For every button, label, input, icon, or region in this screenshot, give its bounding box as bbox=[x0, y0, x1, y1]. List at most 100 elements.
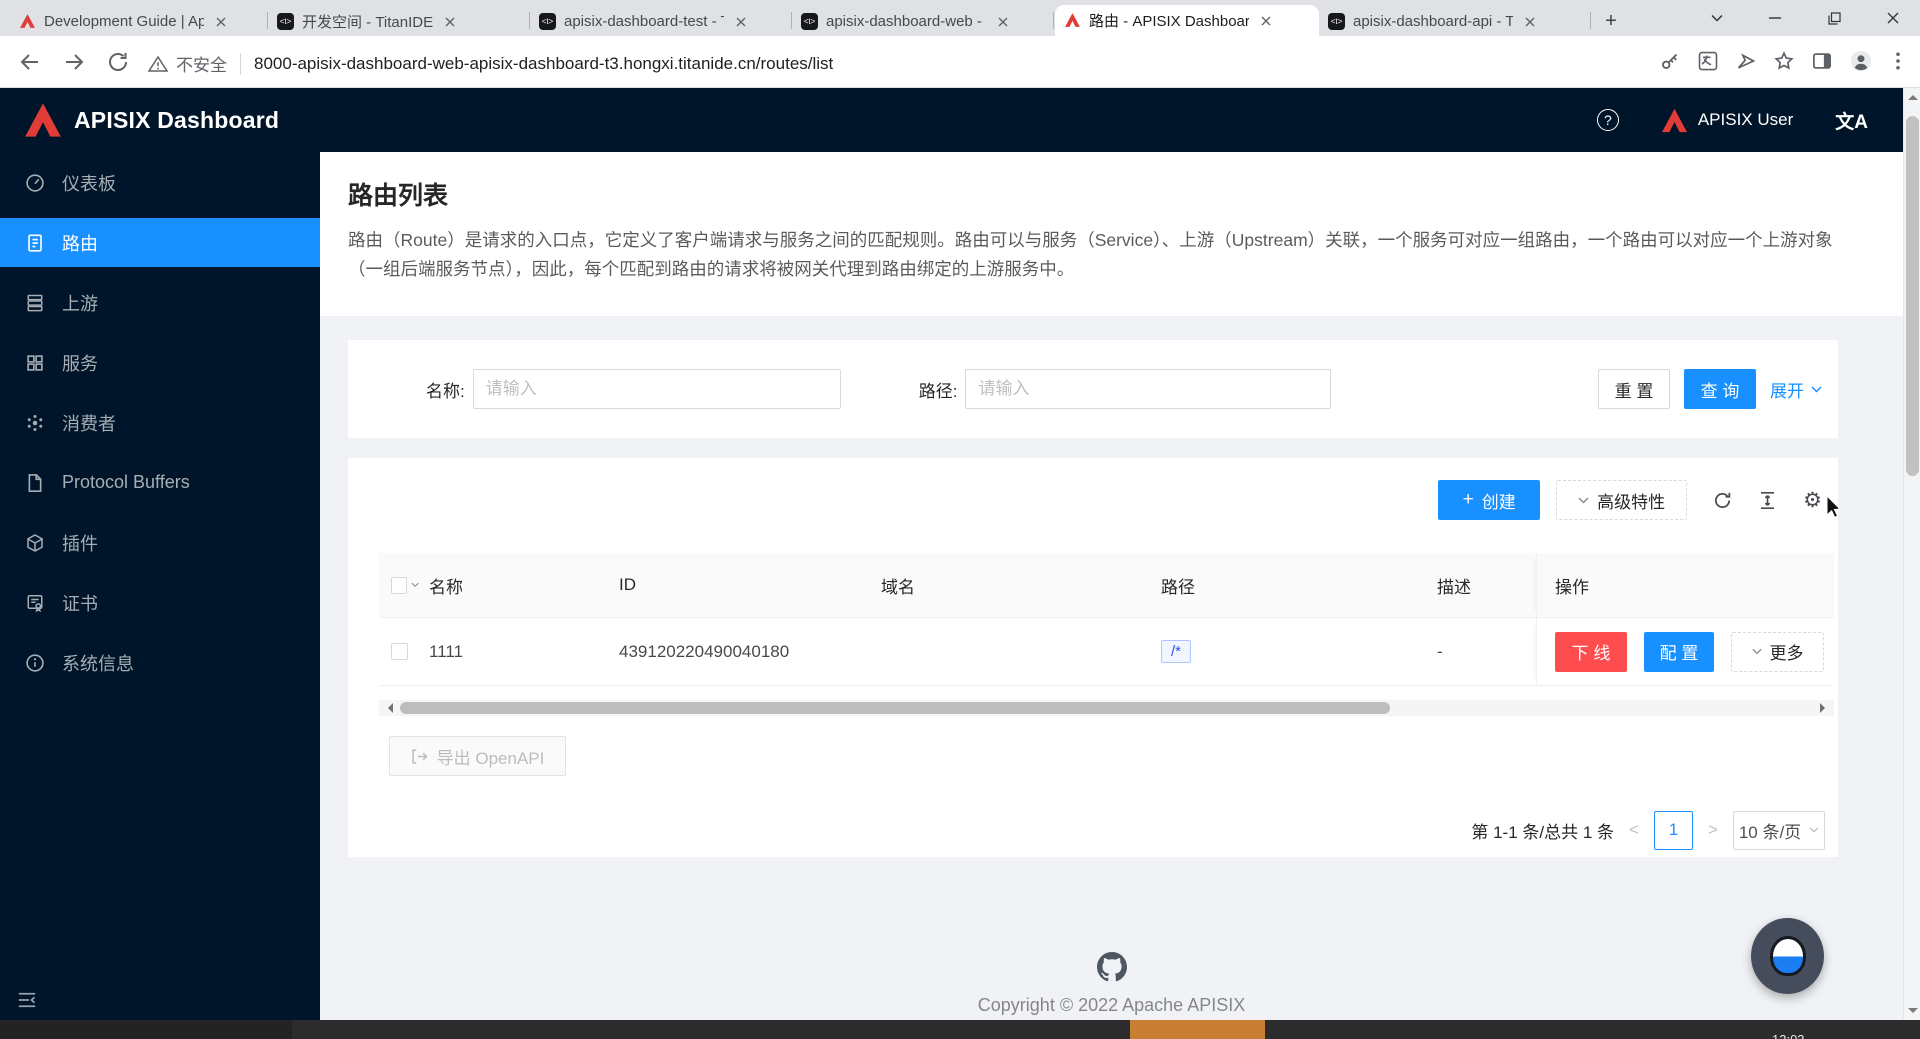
dashboard-gauge-icon bbox=[25, 173, 45, 193]
profile-avatar[interactable] bbox=[1850, 50, 1872, 72]
user-menu[interactable]: APISIX User bbox=[1661, 108, 1793, 133]
sidebar-item-consumers[interactable]: 消费者 bbox=[0, 398, 320, 447]
tab-close-icon[interactable] bbox=[732, 13, 750, 31]
sidebar-item-label: 上游 bbox=[62, 290, 98, 316]
browser-tab[interactable]: <t> apisix-dashboard-test - Ti bbox=[530, 7, 790, 36]
reload-icon[interactable] bbox=[106, 50, 130, 74]
sidebar-item-plugins[interactable]: 插件 bbox=[0, 518, 320, 567]
browser-tab[interactable]: <t> 开发空间 - TitanIDE bbox=[268, 7, 528, 36]
search-button[interactable]: 查 询 bbox=[1684, 369, 1756, 409]
filter-card: 名称: 路径: 重 置 查 询 展开 bbox=[348, 340, 1838, 438]
sidebar-menu: 仪表板 路由 上游 服务 消费者 Protocol Buffers 插件 证书 bbox=[0, 152, 320, 687]
expand-toggle[interactable]: 展开 bbox=[1770, 377, 1822, 402]
help-icon[interactable]: ? bbox=[1597, 109, 1619, 131]
advanced-label: 高级特性 bbox=[1597, 488, 1665, 513]
browser-tab[interactable]: Development Guide | Apa bbox=[10, 7, 267, 36]
brand: APISIX Dashboard bbox=[24, 102, 279, 138]
chevron-down-icon bbox=[1578, 497, 1589, 504]
create-button[interactable]: + 创建 bbox=[1438, 480, 1540, 520]
sidebar-collapse-icon[interactable] bbox=[16, 990, 38, 1010]
browser-tab[interactable]: <t> apisix-dashboard-web - T bbox=[792, 7, 1052, 36]
browser-tab-active[interactable]: 路由 - APISIX Dashboard bbox=[1055, 5, 1319, 36]
side-panel-icon[interactable] bbox=[1812, 51, 1832, 71]
tab-search-chevron-icon[interactable] bbox=[1702, 4, 1732, 32]
scroll-left-arrow[interactable] bbox=[383, 703, 393, 713]
settings-gear-icon[interactable]: ⚙ bbox=[1803, 491, 1822, 510]
sidebar-item-routes[interactable]: 路由 bbox=[0, 218, 320, 267]
offline-button[interactable]: 下 线 bbox=[1555, 632, 1627, 672]
browser-tab[interactable]: <t> apisix-dashboard-api - Ti bbox=[1319, 7, 1583, 36]
github-icon[interactable] bbox=[1097, 952, 1127, 982]
scroll-up-arrow[interactable] bbox=[1908, 95, 1918, 100]
horizontal-scrollbar[interactable] bbox=[379, 700, 1834, 716]
export-openapi-button[interactable]: 导出 OpenAPI bbox=[389, 736, 566, 776]
configure-button[interactable]: 配 置 bbox=[1644, 632, 1714, 672]
sidebar-item-label: 服务 bbox=[62, 350, 98, 376]
tab-close-icon[interactable] bbox=[994, 13, 1012, 31]
more-button[interactable]: 更多 bbox=[1731, 632, 1824, 672]
tab-title: apisix-dashboard-web - T bbox=[826, 13, 986, 30]
user-avatar-logo bbox=[1661, 108, 1688, 133]
windows-taskbar: 12:03 bbox=[0, 1020, 1920, 1039]
sidebar-item-dashboard[interactable]: 仪表板 bbox=[0, 158, 320, 207]
table-header-row: 名称 ID 域名 路径 描述 操作 bbox=[379, 553, 1834, 618]
url-text[interactable]: 8000-apisix-dashboard-web-apisix-dashboa… bbox=[254, 54, 833, 74]
plus-icon: + bbox=[1463, 489, 1474, 511]
info-circle-icon bbox=[25, 653, 45, 673]
share-icon[interactable] bbox=[1736, 51, 1756, 71]
password-key-icon[interactable] bbox=[1660, 51, 1680, 71]
chevron-down-icon bbox=[1809, 827, 1819, 833]
back-icon[interactable] bbox=[18, 50, 42, 74]
tab-title: apisix-dashboard-test - Ti bbox=[564, 13, 724, 30]
row-checkbox[interactable] bbox=[391, 643, 408, 660]
language-switch-icon[interactable]: 文A bbox=[1835, 107, 1868, 134]
scroll-down-arrow[interactable] bbox=[1908, 1008, 1918, 1013]
window-minimize-button[interactable] bbox=[1760, 4, 1790, 32]
sidebar-item-system-info[interactable]: 系统信息 bbox=[0, 638, 320, 687]
name-filter-input[interactable] bbox=[473, 369, 841, 409]
select-all-checkbox[interactable] bbox=[391, 577, 407, 594]
advanced-features-button[interactable]: 高级特性 bbox=[1556, 480, 1687, 520]
forward-icon[interactable] bbox=[62, 50, 86, 74]
site-security-chip[interactable]: 不安全 8000-apisix-dashboard-web-apisix-das… bbox=[148, 51, 833, 76]
refresh-icon[interactable] bbox=[1713, 491, 1732, 510]
reset-button[interactable]: 重 置 bbox=[1598, 369, 1670, 409]
selection-chevron-icon[interactable] bbox=[411, 582, 419, 588]
tab-close-icon[interactable] bbox=[1257, 12, 1275, 30]
apisix-favicon bbox=[19, 13, 36, 30]
table-card: + 创建 高级特性 ⚙ 名称 ID 域名 路径 描述 bbox=[348, 458, 1838, 857]
table-row: 1111 439120220490040180 /* - 下 线 配 置 更多 bbox=[379, 618, 1834, 686]
sidebar-item-services[interactable]: 服务 bbox=[0, 338, 320, 387]
tab-close-icon[interactable] bbox=[1521, 13, 1539, 31]
assistant-widget[interactable] bbox=[1751, 918, 1824, 994]
routes-icon bbox=[25, 233, 45, 253]
next-page-button[interactable]: > bbox=[1702, 820, 1724, 840]
vertical-scrollbar[interactable] bbox=[1903, 88, 1920, 1020]
taskbar-segment bbox=[0, 1020, 292, 1039]
scroll-right-arrow[interactable] bbox=[1820, 703, 1830, 713]
horizontal-scrollbar-thumb[interactable] bbox=[400, 702, 1390, 714]
translate-page-icon[interactable] bbox=[1698, 51, 1718, 71]
density-icon[interactable] bbox=[1758, 491, 1777, 510]
titanide-favicon: <t> bbox=[277, 13, 294, 30]
pagination: 第 1-1 条/总共 1 条 < 1 > 10 条/页 bbox=[1471, 810, 1825, 850]
window-close-button[interactable] bbox=[1878, 4, 1908, 32]
titanide-favicon: <t> bbox=[539, 13, 556, 30]
page-number[interactable]: 1 bbox=[1654, 811, 1693, 850]
browser-menu-icon[interactable] bbox=[1890, 52, 1906, 70]
prev-page-button[interactable]: < bbox=[1623, 820, 1645, 840]
bookmark-star-icon[interactable] bbox=[1774, 51, 1794, 71]
path-filter-input[interactable] bbox=[965, 369, 1331, 409]
window-restore-button[interactable] bbox=[1819, 4, 1849, 32]
sidebar-item-upstream[interactable]: 上游 bbox=[0, 278, 320, 327]
chevron-down-icon bbox=[1752, 648, 1762, 655]
sidebar-item-protocol-buffers[interactable]: Protocol Buffers bbox=[0, 458, 320, 507]
tab-close-icon[interactable] bbox=[212, 13, 230, 31]
page-size-select[interactable]: 10 条/页 bbox=[1733, 811, 1825, 850]
sidebar-item-ssl[interactable]: 证书 bbox=[0, 578, 320, 627]
vertical-scrollbar-thumb[interactable] bbox=[1906, 116, 1919, 476]
sidebar-item-label: 仪表板 bbox=[62, 170, 116, 196]
new-tab-button[interactable]: + bbox=[1598, 8, 1624, 34]
tab-close-icon[interactable] bbox=[441, 13, 459, 31]
column-header-desc: 描述 bbox=[1427, 573, 1536, 598]
